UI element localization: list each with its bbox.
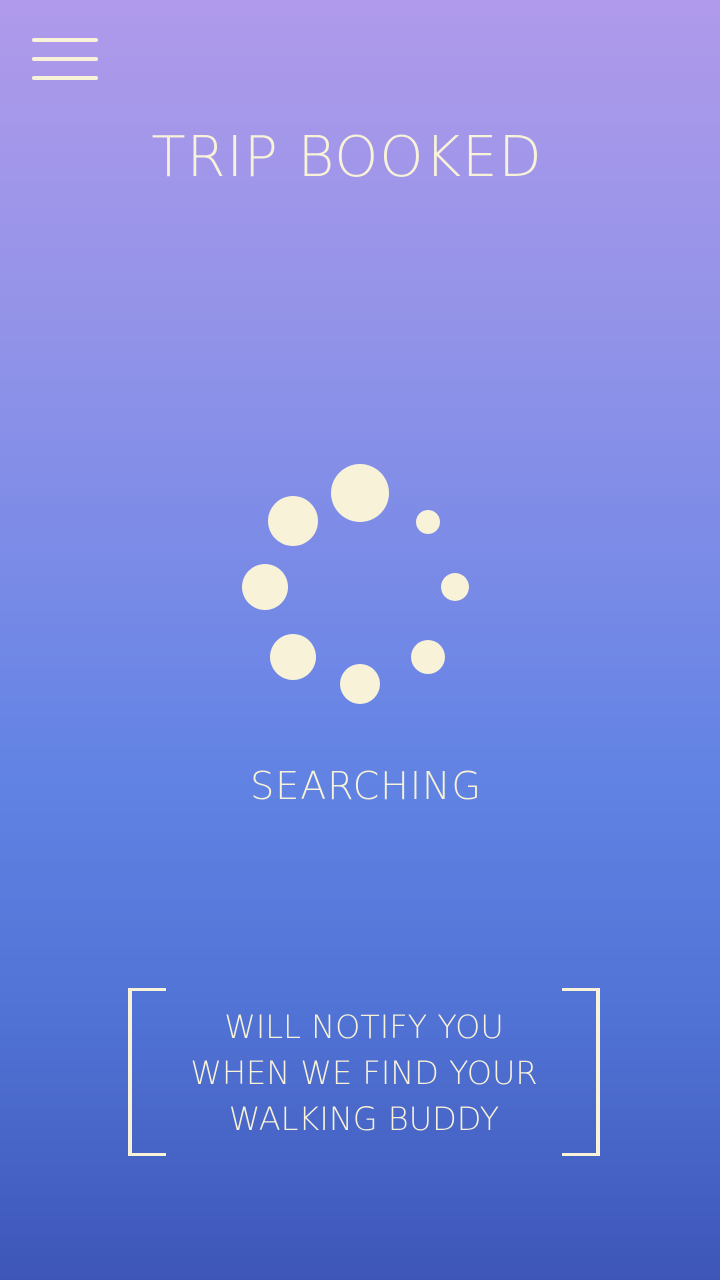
notice-line: WILL NOTIFY YOU (224, 1008, 504, 1046)
menu-line-top (32, 38, 98, 42)
searching-status-label: SEARCHING (250, 764, 482, 808)
hamburger-menu-icon[interactable] (32, 36, 100, 84)
menu-line-middle (32, 57, 98, 61)
spinner-dot (411, 640, 445, 674)
spinner-dot (268, 496, 318, 546)
spinner-dot (242, 564, 288, 610)
menu-line-bottom (32, 76, 98, 80)
page-title: TRIP BOOKED (151, 125, 543, 190)
notification-notice: WILL NOTIFY YOU WHEN WE FIND YOUR WALKIN… (128, 988, 600, 1156)
notice-line: WALKING BUDDY (228, 1100, 500, 1138)
loading-dots-spinner-icon (220, 446, 500, 726)
spinner-dot (331, 464, 389, 522)
right-bracket (562, 988, 600, 1156)
notice-line: WHEN WE FIND YOUR (190, 1054, 538, 1092)
spinner-dot (340, 664, 380, 704)
notice-message: WILL NOTIFY YOU WHEN WE FIND YOUR WALKIN… (166, 1004, 562, 1142)
spinner-dot (270, 634, 316, 680)
spinner-dot (416, 510, 440, 534)
spinner-dot (441, 573, 469, 601)
left-bracket (128, 988, 166, 1156)
